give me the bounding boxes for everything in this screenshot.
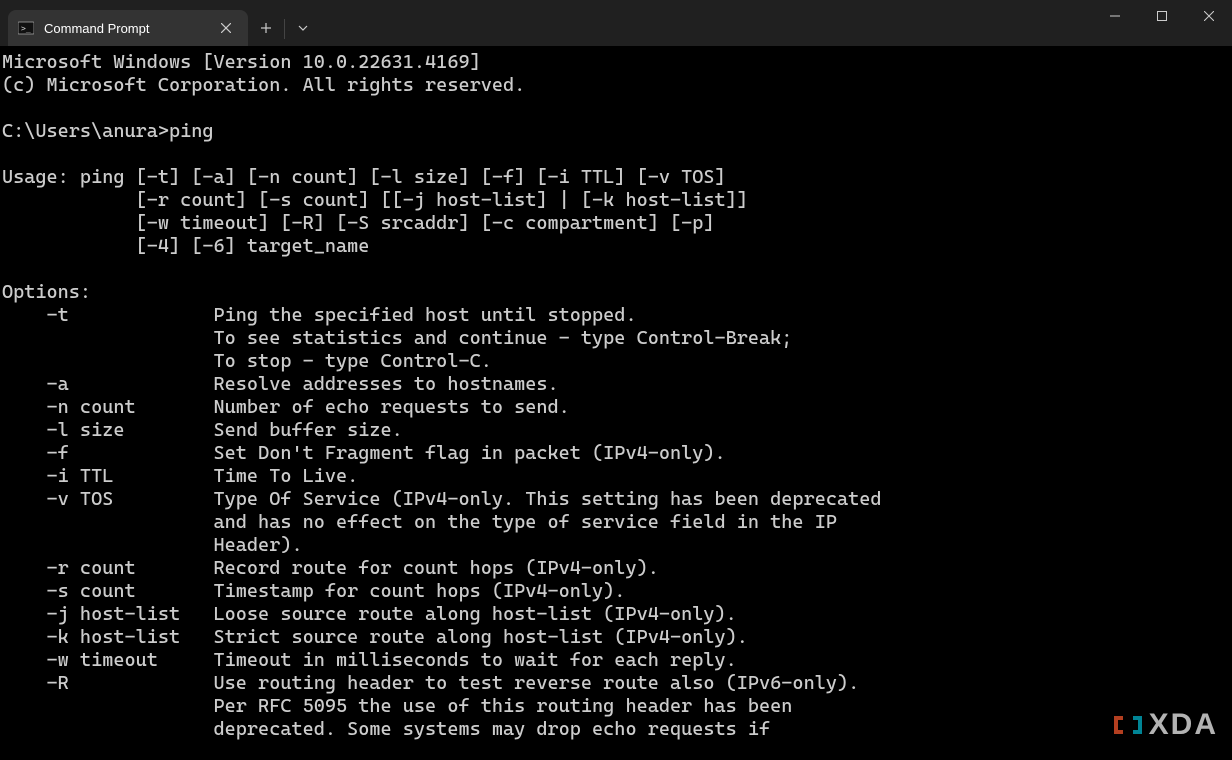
tab-command-prompt[interactable]: >_ Command Prompt [8, 10, 248, 46]
window-controls [1091, 0, 1232, 46]
terminal-icon: >_ [18, 20, 34, 36]
svg-text:>_: >_ [21, 24, 31, 33]
new-tab-button[interactable] [248, 10, 284, 46]
titlebar: >_ Command Prompt [0, 0, 1232, 47]
tab-title: Command Prompt [44, 21, 204, 36]
xda-logo-icon [1113, 710, 1143, 740]
xda-watermark: XDA [1113, 708, 1218, 742]
watermark-text: XDA [1149, 708, 1218, 742]
tab-close-button[interactable] [214, 16, 238, 40]
terminal-output[interactable]: Microsoft Windows [Version 10.0.22631.41… [0, 47, 1232, 743]
minimize-button[interactable] [1091, 0, 1138, 32]
close-window-button[interactable] [1185, 0, 1232, 32]
tab-strip: >_ Command Prompt [0, 0, 321, 46]
titlebar-drag-region[interactable] [321, 0, 1091, 46]
maximize-button[interactable] [1138, 0, 1185, 32]
tab-dropdown-button[interactable] [285, 10, 321, 46]
